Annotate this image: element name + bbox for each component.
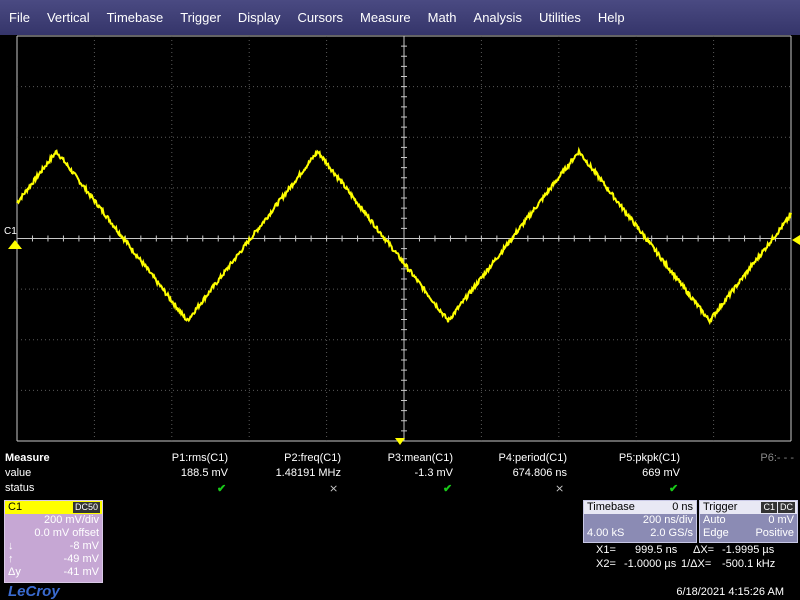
menu-bar: File Vertical Timebase Trigger Display C… <box>0 0 800 35</box>
trigger-level: 0 mV <box>768 514 794 526</box>
graticule <box>16 35 792 442</box>
param-name-p5[interactable]: P5:pkpk(C1) <box>619 452 680 464</box>
timebase-delay: 0 ns <box>672 501 693 513</box>
inverse-delta-x-value: -500.1 kHz <box>722 558 776 570</box>
param-name-p6[interactable]: P6:- - - <box>760 452 794 464</box>
timebase-descriptor[interactable]: Timebase 0 ns 200 ns/div 4.00 kS 2.0 GS/s <box>583 500 697 543</box>
coupling-badge: DC50 <box>72 502 100 513</box>
cursor-up-value: -49 mV <box>63 553 99 565</box>
lecroy-logo: LeCroy <box>8 583 60 600</box>
param-name-p3[interactable]: P3:mean(C1) <box>388 452 453 464</box>
param-name-p4[interactable]: P4:period(C1) <box>499 452 567 464</box>
menu-vertical[interactable]: Vertical <box>38 10 98 25</box>
param-value-p2: 1.48191 MHz <box>275 467 341 479</box>
status-ok-icon: ✔ <box>443 483 453 495</box>
cursor-down-value: -8 mV <box>69 540 99 552</box>
inverse-delta-x-label: 1/ΔX= <box>681 558 712 570</box>
timebase-title: Timebase <box>587 501 635 513</box>
menu-trigger[interactable]: Trigger <box>171 10 229 25</box>
ground-level-marker[interactable] <box>8 240 22 249</box>
menu-file[interactable]: File <box>0 10 38 25</box>
menu-utilities[interactable]: Utilities <box>530 10 589 25</box>
channel-name: C1 <box>8 501 23 513</box>
cursor-up-symbol: ↑ <box>8 553 14 565</box>
delta-y-symbol: Δy <box>8 566 21 578</box>
param-value-p4: 674.806 ns <box>512 467 567 479</box>
param-value-p5: 669 mV <box>642 467 680 479</box>
trigger-descriptor[interactable]: Trigger C1 DC Auto 0 mV Edge Positive <box>699 500 798 543</box>
param-value-p3: -1.3 mV <box>414 467 453 479</box>
trigger-coupling: DC <box>778 502 795 513</box>
status-row-label: status <box>5 482 35 494</box>
x1-label: X1= <box>596 544 616 556</box>
trigger-title: Trigger <box>703 501 738 513</box>
status-warning-icon: ⨯ <box>555 483 565 495</box>
trigger-mode: Auto <box>703 514 726 526</box>
channel1-descriptor[interactable]: C1 DC50 200 mV/div 0.0 mV offset ↓ -8 mV … <box>4 500 103 583</box>
delta-x-value: -1.9995 µs <box>722 544 775 556</box>
timestamp: 6/18/2021 4:15:26 AM <box>676 586 784 598</box>
delta-x-label: ΔX= <box>693 544 715 556</box>
menu-cursors[interactable]: Cursors <box>289 10 352 25</box>
channel-marker-label: C1 <box>4 226 17 237</box>
trigger-source: C1 <box>761 502 777 513</box>
menu-measure[interactable]: Measure <box>351 10 419 25</box>
scope-display[interactable]: C1 <box>0 35 800 445</box>
volts-per-div: 200 mV/div <box>43 514 99 526</box>
status-ok-icon: ✔ <box>669 483 679 495</box>
trigger-level-marker[interactable] <box>792 235 800 245</box>
menu-help[interactable]: Help <box>589 10 633 25</box>
param-value-p1: 188.5 mV <box>180 467 228 479</box>
value-row-label: value <box>5 467 32 479</box>
trigger-type: Edge <box>703 527 729 539</box>
menu-timebase[interactable]: Timebase <box>98 10 172 25</box>
trigger-slope: Positive <box>755 527 794 539</box>
x2-value: -1.0000 µs <box>624 558 677 570</box>
measure-title: Measure <box>5 452 50 464</box>
cursor-down-symbol: ↓ <box>8 540 14 552</box>
menu-math[interactable]: Math <box>419 10 465 25</box>
menu-analysis[interactable]: Analysis <box>465 10 530 25</box>
channel-offset: 0.0 mV offset <box>34 527 99 539</box>
status-ok-icon: ✔ <box>217 483 227 495</box>
menu-display[interactable]: Display <box>229 10 289 25</box>
time-per-div: 200 ns/div <box>642 514 693 526</box>
x1-value: 999.5 ns <box>635 544 678 556</box>
x2-label: X2= <box>596 558 616 570</box>
sample-count: 4.00 kS <box>587 527 625 539</box>
status-warning-icon: ⨯ <box>329 483 339 495</box>
cursor-readout: X1= 999.5 ns ΔX= -1.9995 µs X2= -1.0000 … <box>583 544 798 572</box>
param-name-p2[interactable]: P2:freq(C1) <box>284 452 341 464</box>
param-name-p1[interactable]: P1:rms(C1) <box>172 452 228 464</box>
delta-y-value: -41 mV <box>63 566 99 578</box>
sample-rate: 2.0 GS/s <box>650 527 693 539</box>
measure-panel: Measure P1:rms(C1) P2:freq(C1) P3:mean(C… <box>0 450 800 500</box>
